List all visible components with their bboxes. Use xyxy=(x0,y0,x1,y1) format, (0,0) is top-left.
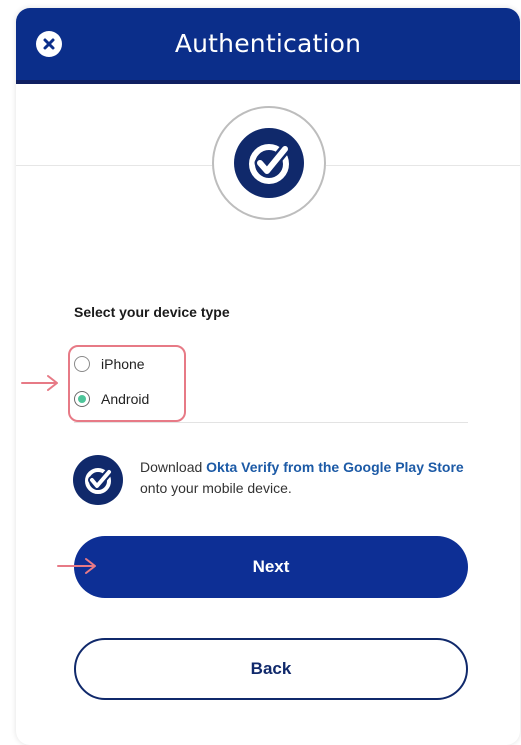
logo-badge xyxy=(212,106,326,220)
page-title: Authentication xyxy=(174,29,362,58)
info-text-after: onto your mobile device. xyxy=(140,480,292,496)
info-text-before: Download xyxy=(140,459,207,475)
next-button[interactable]: Next xyxy=(74,536,468,598)
okta-verify-check-icon xyxy=(85,468,113,494)
radio-iphone-label: iPhone xyxy=(101,356,145,372)
radio-iphone[interactable] xyxy=(74,356,90,372)
annotation-arrow-next xyxy=(57,558,96,574)
radio-option-android[interactable]: Android xyxy=(74,391,149,407)
device-type-label: Select your device type xyxy=(74,304,230,320)
radio-option-iphone[interactable]: iPhone xyxy=(74,356,145,372)
back-button[interactable]: Back xyxy=(74,638,468,700)
okta-verify-store-link[interactable]: Okta Verify from the Google Play Store xyxy=(206,459,464,475)
info-badge xyxy=(73,455,123,505)
logo-divider-right xyxy=(326,165,520,166)
radio-android-label: Android xyxy=(101,391,150,407)
section-divider xyxy=(74,422,468,423)
okta-verify-check-icon xyxy=(234,128,304,198)
header-bar: Authentication xyxy=(16,8,520,84)
radio-android[interactable] xyxy=(74,391,90,407)
authentication-card: Authentication Select your device type i… xyxy=(16,8,520,745)
logo-divider-left xyxy=(16,165,212,166)
annotation-arrow-radio xyxy=(21,375,58,391)
download-instructions: Download Okta Verify from the Google Pla… xyxy=(140,457,475,499)
